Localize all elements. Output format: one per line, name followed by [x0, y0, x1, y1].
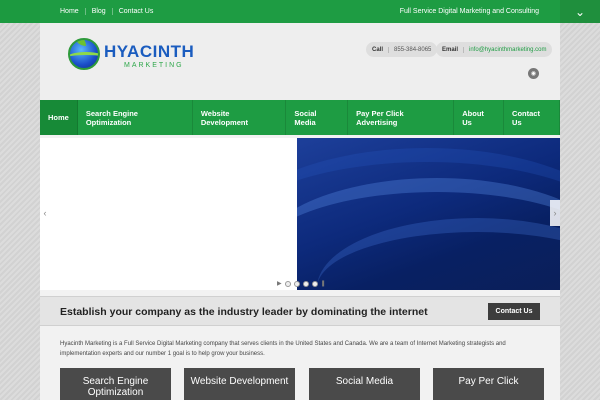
- call-pill: Call 855-384-8065: [366, 42, 438, 57]
- logo-subtitle: MARKETING: [124, 62, 184, 69]
- site-logo[interactable]: HYACINTH MARKETING: [68, 38, 198, 74]
- email-link[interactable]: info@hyacinthmarketing.com: [469, 47, 546, 53]
- intro-text: Hyacinth Marketing is a Full Service Dig…: [60, 341, 506, 357]
- call-label: Call: [372, 46, 390, 53]
- page-wrapper: Home Blog Contact Us Full Service Digita…: [40, 0, 560, 400]
- tagline: Full Service Digital Marketing and Consu…: [399, 8, 539, 15]
- hero-slider: ‹ › ▶ ❚: [40, 138, 560, 290]
- slide-dot[interactable]: [311, 280, 318, 287]
- slider-prev-arrow[interactable]: ‹: [40, 200, 50, 226]
- slide-image: [297, 138, 560, 290]
- nav-seo[interactable]: Search Engine Optimization: [78, 100, 193, 135]
- service-ppc-button[interactable]: Pay Per Click: [433, 368, 544, 400]
- play-icon[interactable]: ▶: [277, 280, 282, 287]
- nav-about[interactable]: About Us: [454, 100, 505, 135]
- main-nav: Home Search Engine Optimization Website …: [40, 100, 560, 135]
- cta-banner: Establish your company as the industry l…: [40, 296, 560, 326]
- util-link-blog[interactable]: Blog: [86, 8, 113, 15]
- service-web-dev-button[interactable]: Website Development: [184, 368, 295, 400]
- nav-social[interactable]: Social Media: [286, 100, 349, 135]
- contact-us-button[interactable]: Contact Us: [488, 303, 540, 320]
- email-label: Email: [442, 46, 465, 53]
- slide-dot[interactable]: [302, 280, 309, 287]
- service-social-button[interactable]: Social Media: [309, 368, 420, 400]
- chevron-down-icon[interactable]: ⌄: [560, 0, 600, 23]
- logo-name: HYACINTH: [104, 42, 195, 61]
- nav-contact[interactable]: Contact Us: [504, 100, 560, 135]
- slide-dot[interactable]: [293, 280, 300, 287]
- nav-home[interactable]: Home: [40, 100, 78, 135]
- nav-ppc[interactable]: Pay Per Click Advertising: [348, 100, 455, 135]
- banner-headline: Establish your company as the industry l…: [60, 306, 428, 318]
- utility-nav: Home Blog Contact Us Full Service Digita…: [40, 0, 560, 23]
- email-pill: Email info@hyacinthmarketing.com: [436, 42, 553, 57]
- call-number[interactable]: 855-384-8065: [394, 47, 431, 53]
- globe-logo-icon: [68, 38, 100, 70]
- nav-web-dev[interactable]: Website Development: [193, 100, 287, 135]
- util-link-home[interactable]: Home: [54, 8, 86, 15]
- site-header: HYACINTH MARKETING Call 855-384-8065 Ema…: [40, 23, 560, 100]
- pause-icon[interactable]: ❚: [321, 280, 326, 287]
- service-seo-button[interactable]: Search Engine Optimization: [60, 368, 171, 400]
- rss-icon[interactable]: ◉: [528, 68, 539, 79]
- slide-dot[interactable]: [284, 280, 291, 287]
- slider-controls: ▶ ❚: [277, 280, 326, 287]
- util-link-contact[interactable]: Contact Us: [113, 8, 160, 15]
- slider-next-arrow[interactable]: ›: [550, 200, 560, 226]
